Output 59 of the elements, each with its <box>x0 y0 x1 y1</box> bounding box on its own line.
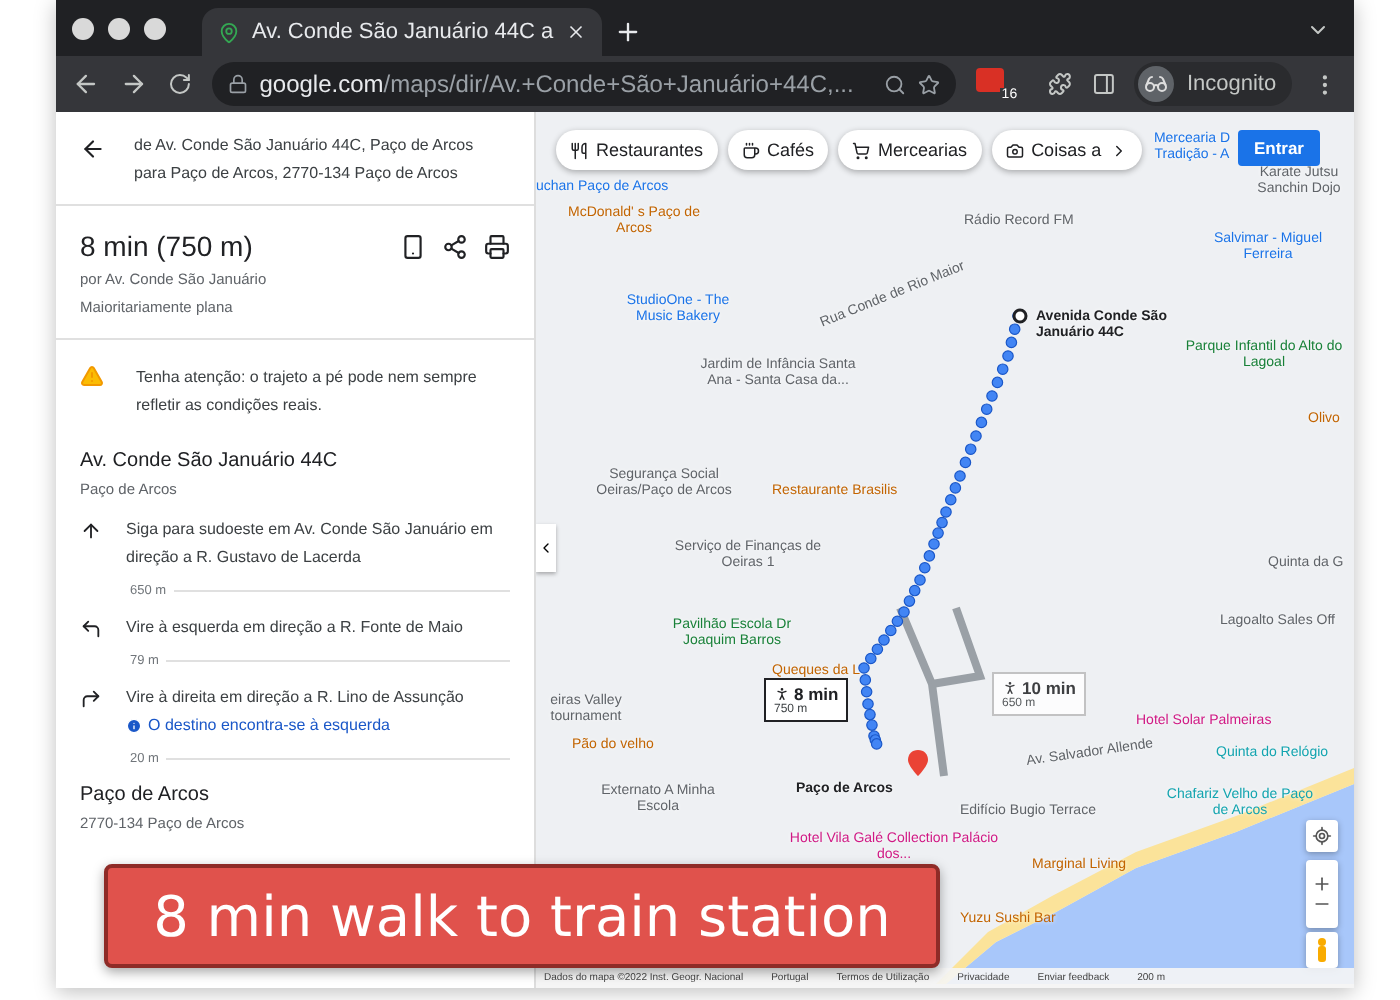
turn-right-icon <box>80 688 102 710</box>
collapse-panel-button[interactable] <box>536 524 556 572</box>
utensils-icon <box>570 141 588 159</box>
cup-icon <box>741 141 760 159</box>
browser-tab[interactable]: Av. Conde São Januário 44C a <box>202 8 602 56</box>
warning-text: Tenha atenção: o trajeto a pé pode nem sempre refletir as condições reais. <box>136 366 479 418</box>
caption-banner: 8 min walk to train station <box>104 864 940 968</box>
new-tab-icon[interactable] <box>614 18 642 46</box>
address-bar[interactable]: google.com/maps/dir/Av.+Conde+São+Januário+44C,... <box>211 62 956 106</box>
zoom-in-icon[interactable] <box>1312 874 1332 894</box>
category-chip[interactable]: Cafés <box>727 130 829 170</box>
glasses-icon <box>1144 72 1169 96</box>
category-chip[interactable]: Restaurantes <box>556 130 718 170</box>
back-icon[interactable] <box>72 70 100 98</box>
cart-icon <box>852 141 871 159</box>
close-icon[interactable] <box>566 22 586 42</box>
warning-icon <box>80 364 104 388</box>
camera-icon <box>1005 141 1024 159</box>
route-summary: 8 min (750 m) <box>80 228 253 266</box>
window-minimize-dot[interactable] <box>108 17 130 39</box>
chevron-left-icon <box>538 540 554 556</box>
destination-pin-icon <box>908 750 928 776</box>
arrow-up-icon <box>80 520 102 542</box>
step-text: Vire à esquerda em direção a R. Fonte de Maio <box>126 616 465 640</box>
zoom-control[interactable] <box>1306 860 1338 928</box>
sign-in-button[interactable]: Entrar <box>1237 130 1320 166</box>
window-zoom-dot[interactable] <box>144 17 166 39</box>
turn-left-icon <box>80 618 102 640</box>
destination-name: Paço de Arcos <box>78 782 211 810</box>
origin-text: de Av. Conde São Januário 44C, Paço de Arcos <box>134 134 474 158</box>
side-panel-icon[interactable] <box>1091 72 1115 96</box>
start-name: Av. Conde São Januário 44C <box>78 448 340 476</box>
map-pin-icon <box>218 21 240 43</box>
reload-icon[interactable] <box>167 72 192 96</box>
incognito-profile[interactable]: Incognito <box>1134 62 1293 106</box>
crosshair-icon <box>1312 826 1332 846</box>
person-icon <box>1316 938 1328 962</box>
category-chip[interactable]: Coisas a <box>991 130 1142 170</box>
print-icon[interactable] <box>484 233 510 259</box>
share-icon[interactable] <box>442 233 468 259</box>
puzzle-icon[interactable] <box>1047 72 1072 96</box>
step-text: Siga para sudoeste em Av. Conde São Januário em direção a R. Gustavo de Lacerda <box>126 518 495 570</box>
back-icon[interactable] <box>80 136 106 162</box>
destination-text: para Paço de Arcos, 2770-134 Paço de Arcos <box>134 162 460 186</box>
window-close-dot[interactable] <box>72 17 94 39</box>
send-to-phone-icon[interactable] <box>400 233 426 259</box>
walking-person-icon <box>1002 680 1018 696</box>
forward-icon[interactable] <box>119 70 148 98</box>
map-background[interactable] <box>536 112 1354 988</box>
lock-icon <box>227 74 248 94</box>
category-chip[interactable]: Mercearias <box>838 130 982 170</box>
star-icon[interactable] <box>917 73 940 95</box>
my-location-button[interactable] <box>1306 820 1338 852</box>
search-icon[interactable] <box>883 73 906 95</box>
step-note: O destino encontra-se à esquerda <box>126 712 510 740</box>
step-text: Vire à direita em direção a R. Lino de Assunção <box>126 686 466 710</box>
info-icon <box>126 718 142 734</box>
walking-person-icon <box>774 686 790 702</box>
origin-marker <box>1012 308 1028 324</box>
